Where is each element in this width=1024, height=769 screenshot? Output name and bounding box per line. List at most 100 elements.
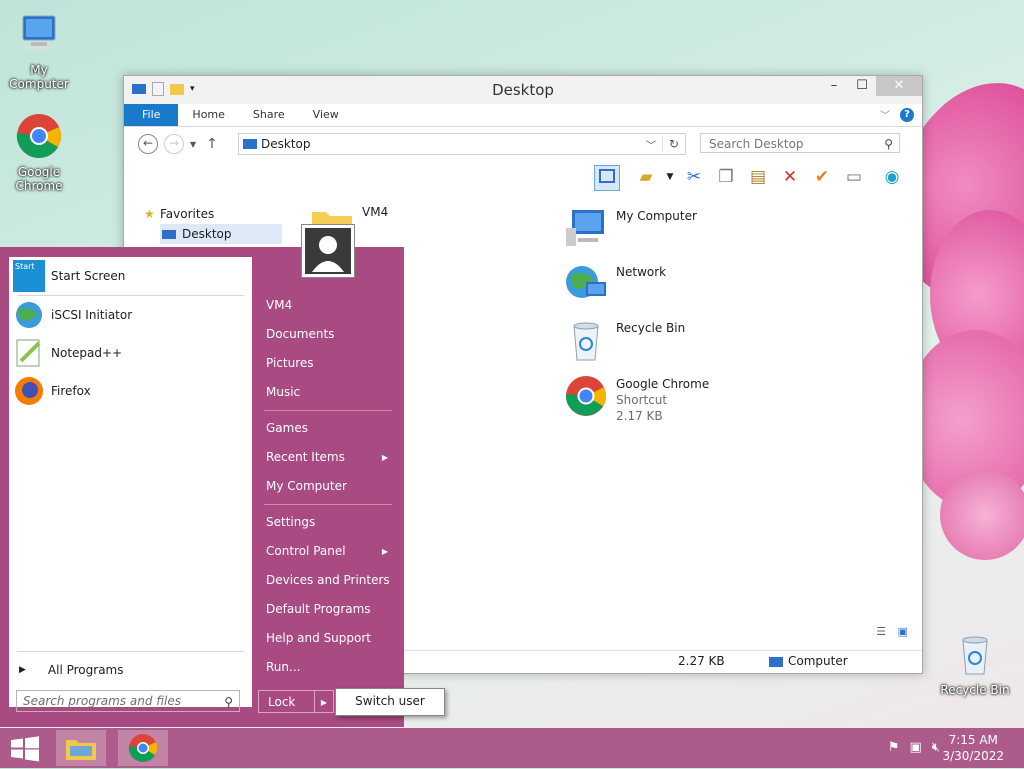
submenu-arrow-icon: ▶ bbox=[381, 547, 388, 556]
nav-favorites-label: Favorites bbox=[160, 207, 215, 221]
windows-logo-icon bbox=[11, 736, 39, 762]
start-item-help-and-support[interactable]: Help and Support bbox=[258, 624, 398, 653]
start-item-games[interactable]: Games bbox=[258, 414, 398, 443]
program-iscsi-initiator[interactable]: iSCSI Initiator bbox=[9, 296, 252, 334]
status-size: 2.27 KB bbox=[678, 654, 725, 668]
tab-view[interactable]: View bbox=[299, 104, 353, 126]
program-label: Notepad++ bbox=[51, 346, 123, 360]
item-label: VM4 bbox=[362, 205, 389, 219]
file-item-recycle-bin[interactable]: Recycle Bin bbox=[564, 318, 685, 362]
start-item-default-programs[interactable]: Default Programs bbox=[258, 595, 398, 624]
recent-locations-icon[interactable]: ▼ bbox=[190, 140, 196, 149]
program-start-screen[interactable]: Start Start Screen bbox=[9, 257, 252, 295]
computer-icon bbox=[566, 210, 604, 246]
desktop-icon-google-chrome[interactable]: Google Chrome bbox=[0, 112, 79, 193]
file-item-network[interactable]: Network bbox=[564, 262, 666, 306]
start-item-recent-items[interactable]: Recent Items ▶ bbox=[258, 443, 398, 472]
help-icon[interactable]: ? bbox=[900, 107, 914, 122]
start-button[interactable] bbox=[0, 730, 50, 766]
minimize-button[interactable]: – bbox=[820, 76, 848, 96]
preview-pane-button[interactable] bbox=[594, 165, 620, 191]
start-item-devices-and-printers[interactable]: Devices and Printers bbox=[258, 566, 398, 595]
up-button[interactable]: ↑ bbox=[206, 136, 218, 152]
start-item-pictures[interactable]: Pictures bbox=[258, 349, 398, 378]
address-text: Desktop bbox=[261, 137, 311, 151]
details-view-icon[interactable]: ☰ bbox=[876, 625, 886, 638]
start-item-run[interactable]: Run... bbox=[258, 653, 398, 682]
start-search-input[interactable]: Search programs and files ⚲ bbox=[16, 690, 240, 712]
search-icon: ⚲ bbox=[224, 695, 233, 709]
address-dropdown-icon[interactable]: ﹀ bbox=[646, 137, 662, 152]
desktop-icon-label: Google Chrome bbox=[15, 165, 63, 193]
all-programs-button[interactable]: ▶ All Programs bbox=[19, 663, 124, 677]
item-label: Google Chrome bbox=[616, 377, 710, 391]
nav-favorites[interactable]: ★ Favorites bbox=[130, 204, 280, 224]
start-item-documents[interactable]: Documents bbox=[258, 320, 398, 349]
close-button[interactable]: ✕ bbox=[876, 76, 922, 96]
volume-muted-icon[interactable]: 🔇︎ bbox=[932, 740, 940, 755]
options-dropdown-icon[interactable]: ▼ bbox=[658, 165, 682, 189]
back-button[interactable]: ← bbox=[138, 134, 158, 154]
search-input[interactable]: Search Desktop ⚲ bbox=[700, 133, 900, 153]
taskbar-google-chrome[interactable] bbox=[118, 730, 168, 766]
start-menu-places: VM4 Documents Pictures Music Games Recen… bbox=[258, 291, 398, 682]
program-firefox[interactable]: Firefox bbox=[9, 372, 252, 410]
taskbar-file-explorer[interactable] bbox=[56, 730, 106, 766]
item-size: 2.17 KB bbox=[616, 409, 663, 423]
paste-icon[interactable]: ▤ bbox=[746, 165, 770, 189]
program-notepad-plus-plus[interactable]: Notepad++ bbox=[9, 334, 252, 372]
clock-time: 7:15 AM bbox=[948, 733, 998, 747]
desktop-icon-my-computer[interactable]: My Computer bbox=[0, 10, 79, 91]
status-computer-icon bbox=[769, 657, 783, 667]
file-item-google-chrome[interactable]: Google Chrome Shortcut 2.17 KB bbox=[564, 374, 709, 424]
lock-button[interactable]: Lock ▶ bbox=[258, 690, 334, 713]
notepad-icon bbox=[16, 339, 41, 367]
firefox-icon bbox=[15, 377, 43, 405]
start-item-vm4[interactable]: VM4 bbox=[258, 291, 398, 320]
start-item-music[interactable]: Music bbox=[258, 378, 398, 407]
cut-icon[interactable]: ✂ bbox=[682, 165, 706, 189]
delete-icon[interactable]: ✕ bbox=[778, 165, 802, 189]
start-item-settings[interactable]: Settings bbox=[258, 508, 398, 537]
item-label: My Computer bbox=[616, 209, 697, 223]
desktop-icon-recycle-bin[interactable]: Recycle Bin bbox=[935, 630, 1015, 697]
network-tray-icon[interactable]: ▣ bbox=[910, 740, 922, 755]
address-bar[interactable]: Desktop ﹀ ↻ bbox=[238, 133, 686, 155]
lock-options-arrow-icon[interactable]: ▶ bbox=[314, 691, 333, 712]
clock[interactable]: 7:15 AM 3/30/2022 bbox=[942, 732, 1004, 764]
user-avatar[interactable] bbox=[301, 224, 355, 278]
nav-desktop[interactable]: Desktop bbox=[160, 224, 282, 244]
rename-icon[interactable]: ✔ bbox=[810, 165, 834, 189]
title-bar[interactable]: ▾ Desktop – ☐ ✕ bbox=[124, 76, 922, 104]
chrome-icon bbox=[16, 114, 61, 158]
folder-options-icon[interactable]: ▰ bbox=[634, 165, 658, 189]
chevron-down-icon[interactable]: ﹀ bbox=[880, 107, 890, 122]
desktop-icon-label: Recycle Bin bbox=[940, 683, 1010, 697]
tab-home[interactable]: Home bbox=[178, 104, 238, 126]
start-menu-programs: Start Start Screen iSCSI Initiator Notep… bbox=[9, 257, 252, 712]
window-title: Desktop bbox=[492, 81, 554, 99]
maximize-button[interactable]: ☐ bbox=[848, 76, 876, 96]
large-icons-view-icon[interactable]: ▣ bbox=[898, 625, 908, 638]
action-center-flag-icon[interactable]: ⚑ bbox=[888, 740, 900, 755]
command-toolbar: ▰ ▼ ✂ ❐ ▤ ✕ ✔ ▭ ◉ bbox=[124, 161, 922, 193]
desktop-icon-label: My Computer bbox=[9, 63, 69, 91]
properties-toolbar-icon[interactable]: ▭ bbox=[842, 165, 866, 189]
computer-icon bbox=[22, 15, 56, 50]
file-item-my-computer[interactable]: My Computer bbox=[564, 206, 697, 250]
tab-file[interactable]: File bbox=[124, 104, 179, 126]
tab-share[interactable]: Share bbox=[239, 104, 299, 126]
start-item-control-panel[interactable]: Control Panel ▶ bbox=[258, 537, 398, 566]
copy-icon[interactable]: ❐ bbox=[714, 165, 738, 189]
forward-button[interactable]: → bbox=[164, 134, 184, 154]
start-item-label: Recent Items bbox=[266, 450, 345, 464]
taskbar: ⚑ ▣ 🔇︎ 7:15 AM 3/30/2022 bbox=[0, 728, 1024, 768]
start-item-my-computer[interactable]: My Computer bbox=[258, 472, 398, 501]
iscsi-icon bbox=[16, 302, 42, 328]
chrome-icon bbox=[565, 376, 606, 416]
refresh-icon[interactable]: ↻ bbox=[662, 137, 685, 151]
shell-icon[interactable]: ◉ bbox=[880, 165, 904, 189]
status-location: Computer bbox=[788, 654, 848, 668]
desktop-icon bbox=[162, 230, 176, 239]
switch-user-menu-item[interactable]: Switch user bbox=[335, 688, 445, 716]
